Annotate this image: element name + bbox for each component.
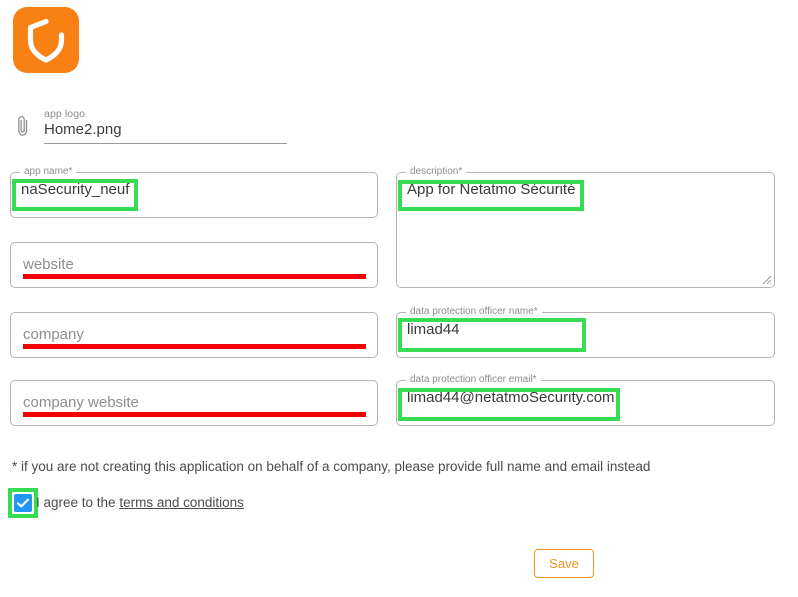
dpo-name-field[interactable]: data protection officer name* limad44 xyxy=(396,306,775,358)
app-name-label: app name* xyxy=(20,166,77,178)
company-website-red-annotation xyxy=(23,412,366,417)
resize-handle-icon[interactable] xyxy=(760,273,772,285)
terms-and-conditions-link[interactable]: terms and conditions xyxy=(119,495,244,510)
agree-text: I agree to the terms and conditions xyxy=(36,495,244,510)
company-website-placeholder: company website xyxy=(23,394,139,411)
website-placeholder: website xyxy=(23,256,74,273)
website-field[interactable]: website xyxy=(10,242,378,288)
save-button[interactable]: Save xyxy=(534,549,594,578)
company-field[interactable]: company xyxy=(10,312,378,358)
check-icon xyxy=(16,498,30,508)
app-name-field[interactable]: app name* naSecurity_neuf xyxy=(10,166,378,218)
dpo-email-value: limad44@netatmoSecurity.com xyxy=(407,389,615,406)
company-note-text: * if you are not creating this applicati… xyxy=(12,459,651,474)
app-registration-form-page: app logo Home2.png app name* naSecurity_… xyxy=(0,0,798,597)
app-logo-file-row[interactable]: app logo Home2.png xyxy=(14,108,287,144)
company-placeholder: company xyxy=(23,326,84,343)
paperclip-icon xyxy=(18,115,28,136)
app-logo-filename: Home2.png xyxy=(44,121,122,138)
dpo-email-field[interactable]: data protection officer email* limad44@n… xyxy=(396,374,775,426)
company-website-field[interactable]: company website xyxy=(10,380,378,426)
company-red-annotation xyxy=(23,344,366,349)
app-logo-label: app logo xyxy=(44,108,86,120)
agree-checkbox[interactable] xyxy=(14,494,32,512)
dpo-name-label: data protection officer name* xyxy=(406,306,542,318)
website-red-annotation xyxy=(23,274,366,279)
app-logo-underline xyxy=(44,143,287,144)
dpo-name-value: limad44 xyxy=(407,321,460,338)
description-value: App for Netatmo Sécurité xyxy=(407,181,576,198)
shield-icon xyxy=(27,18,65,63)
description-field[interactable]: description* App for Netatmo Sécurité xyxy=(396,166,775,288)
agree-text-prefix: I agree to the xyxy=(36,495,120,510)
description-label: description* xyxy=(406,166,467,178)
dpo-email-label: data protection officer email* xyxy=(406,374,541,386)
app-name-value: naSecurity_neuf xyxy=(21,181,130,198)
app-logo-image xyxy=(13,7,79,73)
